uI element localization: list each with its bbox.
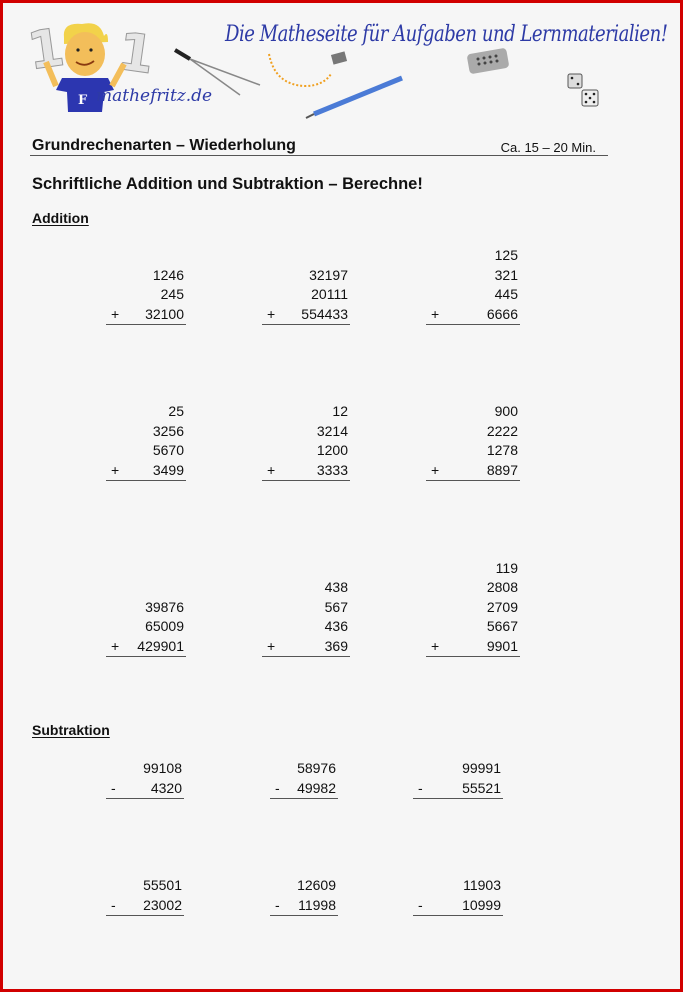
addition-problem: 119 2808 2709 5667 9901 + bbox=[426, 559, 520, 657]
operand: 10999- bbox=[413, 896, 503, 916]
operand: 1246 bbox=[152, 266, 184, 283]
addition-problem: 39876 65009 429901 + bbox=[106, 598, 186, 657]
operand: 99108 bbox=[143, 760, 182, 776]
minus-sign: - bbox=[418, 896, 423, 913]
operand: 49982- bbox=[270, 779, 338, 799]
operand: 8897 + bbox=[426, 461, 520, 481]
addition-heading: Addition bbox=[32, 210, 89, 226]
addition-problem: 1246 245 32100 + bbox=[106, 266, 186, 325]
duration-label: Ca. 15 – 20 Min. bbox=[500, 140, 596, 155]
operand: 6666 + bbox=[426, 305, 520, 325]
minus-sign: - bbox=[418, 779, 423, 796]
operand: 900 bbox=[494, 403, 518, 419]
sharpener-icon bbox=[330, 51, 348, 65]
pencil-icon bbox=[305, 75, 403, 119]
operand: 25 bbox=[168, 403, 184, 419]
operand: 99991 bbox=[462, 760, 501, 776]
calculator-icon bbox=[467, 48, 509, 74]
operand: 321 bbox=[494, 266, 518, 283]
slogan: Die Matheseite für Aufgaben und Lernmate… bbox=[225, 22, 668, 47]
addition-problem: 25 3256 5670 3499 + bbox=[106, 402, 186, 481]
addition-problem: 438 567 436 369 + bbox=[262, 578, 350, 657]
operand: 429901 + bbox=[106, 637, 186, 657]
operand: 125 bbox=[494, 247, 518, 263]
worksheet-title: Grundrechenarten – Wiederholung bbox=[32, 137, 296, 154]
minus-sign: - bbox=[111, 779, 116, 796]
dice-icon bbox=[567, 73, 599, 107]
addition-problem: 12 3214 1200 3333 + bbox=[262, 402, 350, 481]
operand: 55521- bbox=[413, 779, 503, 799]
operand: 4320- bbox=[106, 779, 184, 799]
addition-problem: 900 2222 1278 8897 + bbox=[426, 402, 520, 481]
operand: 3333 + bbox=[262, 461, 350, 481]
minus-sign: - bbox=[275, 896, 280, 913]
plus-sign: + bbox=[267, 637, 276, 654]
subtraction-problem: 99108 4320- bbox=[106, 759, 184, 799]
operand: 32100 + bbox=[106, 305, 186, 325]
operand: 32197 bbox=[309, 266, 348, 283]
operand: 12609 bbox=[297, 877, 336, 893]
operand: 2808 bbox=[486, 579, 518, 595]
operand: 11998- bbox=[270, 896, 338, 916]
shirt-letter: F bbox=[78, 93, 88, 108]
instruction: Schriftliche Addition und Subtraktion – … bbox=[32, 175, 423, 193]
plus-sign: + bbox=[267, 461, 276, 478]
subtraction-problem: 99991 55521- bbox=[413, 759, 503, 799]
plus-sign: + bbox=[267, 305, 276, 322]
operand: 55501 bbox=[143, 877, 182, 893]
operand: 39876 bbox=[145, 598, 184, 615]
plus-sign: + bbox=[111, 461, 120, 478]
plus-sign: + bbox=[431, 461, 440, 478]
operand: 65009 bbox=[145, 618, 184, 634]
operand: 9901 + bbox=[426, 637, 520, 657]
worksheet-title-row: Grundrechenarten – Wiederholung Ca. 15 –… bbox=[30, 135, 608, 156]
operand: 245 bbox=[160, 286, 184, 302]
subtraction-problem: 12609 11998- bbox=[270, 876, 338, 916]
operand: 3214 bbox=[316, 422, 348, 439]
header-banner: 1 1 F mathefritz.de Die Matheseite für A… bbox=[0, 0, 683, 125]
operand: 554433 + bbox=[262, 305, 350, 325]
operand: 445 bbox=[494, 286, 518, 302]
operand: 11903 bbox=[463, 877, 501, 893]
minus-sign: - bbox=[111, 896, 116, 913]
operand: 58976 bbox=[297, 760, 336, 776]
operand: 20111 bbox=[311, 286, 348, 302]
operand: 5667 bbox=[486, 618, 518, 634]
minus-sign: - bbox=[275, 779, 280, 796]
subtraction-problem: 55501 23002- bbox=[106, 876, 184, 916]
plus-sign: + bbox=[111, 305, 120, 322]
operand: 1200 bbox=[316, 442, 348, 458]
addition-problem: 32197 20111 554433 + bbox=[262, 266, 350, 325]
plus-sign: + bbox=[431, 305, 440, 322]
operand: 2222 bbox=[486, 422, 518, 439]
subtraction-problem: 58976 49982- bbox=[270, 759, 338, 799]
operand: 3499 + bbox=[106, 461, 186, 481]
operand: 12 bbox=[332, 403, 348, 419]
operand: 1278 bbox=[486, 442, 518, 458]
operand: 3256 bbox=[152, 422, 184, 439]
operand: 369 + bbox=[262, 637, 350, 657]
subtraction-heading: Subtraktion bbox=[32, 722, 110, 738]
subtraction-problem: 11903 10999- bbox=[413, 876, 503, 916]
addition-problem: 125 321 445 6666 + bbox=[426, 246, 520, 325]
operand: 436 bbox=[324, 618, 348, 634]
operand: 5670 bbox=[152, 442, 184, 458]
plus-sign: + bbox=[431, 637, 440, 654]
operand: 2709 bbox=[486, 598, 518, 615]
plus-sign: + bbox=[111, 637, 120, 654]
operand: 438 bbox=[324, 579, 348, 595]
operand: 23002- bbox=[106, 896, 184, 916]
operand: 567 bbox=[324, 598, 348, 615]
compass-icon bbox=[173, 48, 261, 96]
operand: 119 bbox=[495, 559, 518, 576]
